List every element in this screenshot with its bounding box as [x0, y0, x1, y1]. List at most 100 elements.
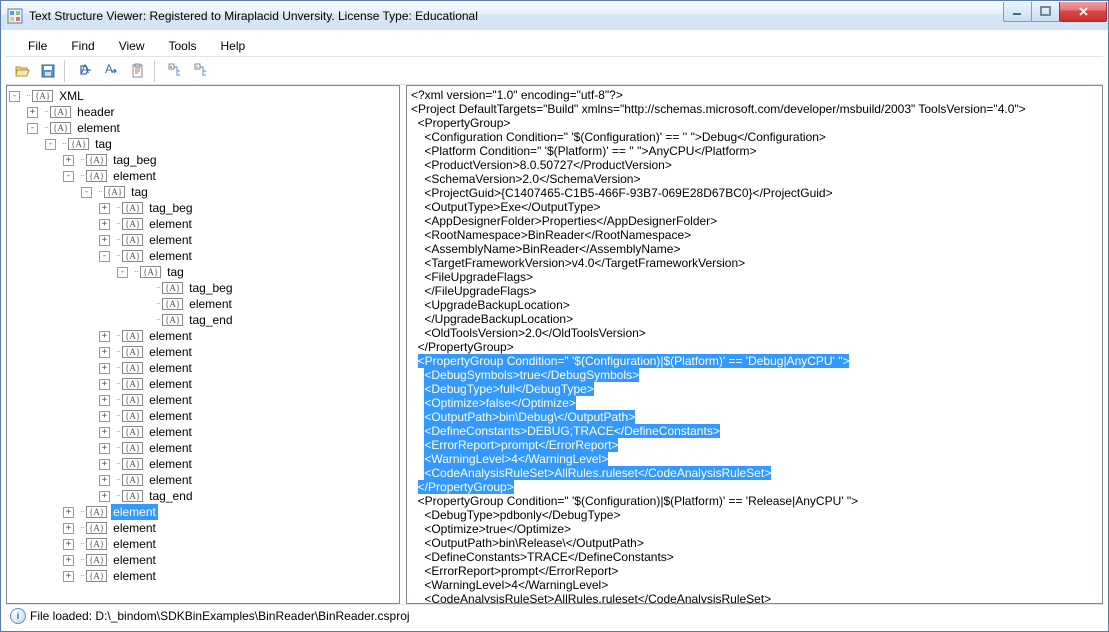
- expand-icon[interactable]: +: [99, 331, 110, 342]
- menu-view[interactable]: View: [109, 37, 155, 55]
- tree-expand-icon[interactable]: [164, 59, 188, 83]
- expand-icon[interactable]: +: [99, 219, 110, 230]
- xml-line[interactable]: </FileUpgradeFlags>: [411, 284, 1098, 298]
- node-label[interactable]: element: [187, 296, 234, 312]
- tree-pane[interactable]: -··{A}XML +··{A}header -··{A}element -··…: [6, 85, 400, 604]
- xml-line[interactable]: <ProjectGuid>{C1407465-C1B5-466F-93B7-06…: [411, 186, 1098, 200]
- text-pane[interactable]: <?xml version="1.0" encoding="utf-8"?> <P…: [406, 85, 1103, 604]
- xml-line[interactable]: <DebugType>full</DebugType>: [411, 382, 1098, 396]
- node-label[interactable]: element: [147, 424, 194, 440]
- xml-line[interactable]: <?xml version="1.0" encoding="utf-8"?>: [411, 88, 1098, 102]
- node-label[interactable]: element: [147, 232, 194, 248]
- tree-node[interactable]: ··{A}tag_end: [9, 312, 397, 328]
- tree-node[interactable]: -··{A}element: [9, 168, 397, 184]
- tree-node[interactable]: +··{A}element: [9, 568, 397, 584]
- collapse-icon[interactable]: -: [9, 91, 20, 102]
- expand-icon[interactable]: +: [99, 203, 110, 214]
- tree-node[interactable]: -··{A}tag: [9, 136, 397, 152]
- expand-icon[interactable]: +: [99, 475, 110, 486]
- node-label[interactable]: element: [111, 568, 158, 584]
- node-label[interactable]: XML: [57, 88, 86, 104]
- tree-node[interactable]: -··{A}element: [9, 120, 397, 136]
- expand-icon[interactable]: +: [99, 363, 110, 374]
- maximize-button[interactable]: [1031, 2, 1060, 22]
- tree-node[interactable]: +··{A}element: [9, 376, 397, 392]
- node-label[interactable]: tag_beg: [147, 200, 194, 216]
- node-label[interactable]: tag: [93, 136, 114, 152]
- tree-node[interactable]: +··{A}tag_beg: [9, 200, 397, 216]
- tree-node[interactable]: +··{A}element: [9, 392, 397, 408]
- node-label[interactable]: tag_beg: [111, 152, 158, 168]
- expand-icon[interactable]: +: [99, 427, 110, 438]
- xml-line[interactable]: <UpgradeBackupLocation>: [411, 298, 1098, 312]
- menu-help[interactable]: Help: [211, 37, 256, 55]
- collapse-icon[interactable]: -: [99, 251, 110, 262]
- node-label[interactable]: tag_end: [187, 312, 234, 328]
- xml-line[interactable]: <PropertyGroup Condition=" '$(Configurat…: [411, 494, 1098, 508]
- expand-icon[interactable]: +: [99, 443, 110, 454]
- menu-find[interactable]: Find: [61, 37, 104, 55]
- expand-icon[interactable]: +: [99, 347, 110, 358]
- node-label[interactable]: tag_end: [147, 488, 194, 504]
- collapse-icon[interactable]: -: [45, 139, 56, 150]
- tree-node[interactable]: +··{A}tag_beg: [9, 152, 397, 168]
- tree-node[interactable]: +··{A}element: [9, 328, 397, 344]
- xml-line[interactable]: <RootNamespace>BinReader</RootNamespace>: [411, 228, 1098, 242]
- node-label[interactable]: element: [147, 344, 194, 360]
- node-label[interactable]: element: [111, 520, 158, 536]
- node-label[interactable]: element: [147, 376, 194, 392]
- tree-node[interactable]: +··{A}header: [9, 104, 397, 120]
- clipboard-icon[interactable]: [126, 59, 150, 83]
- node-label[interactable]: element: [111, 552, 158, 568]
- xml-line[interactable]: <DefineConstants>DEBUG;TRACE</DefineCons…: [411, 424, 1098, 438]
- tree-node[interactable]: ··{A}tag_beg: [9, 280, 397, 296]
- node-label[interactable]: element: [147, 408, 194, 424]
- node-label[interactable]: header: [75, 104, 116, 120]
- xml-line[interactable]: <OutputType>Exe</OutputType>: [411, 200, 1098, 214]
- tree-node[interactable]: +··{A}element: [9, 424, 397, 440]
- xml-line[interactable]: <CodeAnalysisRuleSet>AllRules.ruleset</C…: [411, 466, 1098, 480]
- collapse-icon[interactable]: -: [27, 123, 38, 134]
- tree-node[interactable]: +··{A}element: [9, 536, 397, 552]
- minimize-button[interactable]: [1003, 2, 1032, 22]
- xml-line[interactable]: <ProductVersion>8.0.50727</ProductVersio…: [411, 158, 1098, 172]
- expand-icon[interactable]: +: [99, 235, 110, 246]
- tree-node[interactable]: +··{A}element: [9, 344, 397, 360]
- xml-line[interactable]: <CodeAnalysisRuleSet>AllRules.ruleset</C…: [411, 592, 1098, 604]
- xml-line[interactable]: <AssemblyName>BinReader</AssemblyName>: [411, 242, 1098, 256]
- node-label[interactable]: element: [147, 392, 194, 408]
- tree-node[interactable]: -··{A}tag: [9, 264, 397, 280]
- node-label[interactable]: element: [111, 168, 158, 184]
- tree-node[interactable]: +··{A}element: [9, 472, 397, 488]
- xml-source[interactable]: <?xml version="1.0" encoding="utf-8"?> <P…: [407, 86, 1102, 604]
- xml-line[interactable]: <ErrorReport>prompt</ErrorReport>: [411, 438, 1098, 452]
- xml-line[interactable]: <Optimize>true</Optimize>: [411, 522, 1098, 536]
- expand-icon[interactable]: +: [63, 555, 74, 566]
- tree-node[interactable]: -··{A}tag: [9, 184, 397, 200]
- expand-icon[interactable]: +: [63, 539, 74, 550]
- open-icon[interactable]: [10, 59, 34, 83]
- expand-icon[interactable]: +: [99, 379, 110, 390]
- node-label[interactable]: element: [75, 120, 122, 136]
- xml-line[interactable]: <WarningLevel>4</WarningLevel>: [411, 452, 1098, 466]
- node-label[interactable]: element: [147, 216, 194, 232]
- expand-icon[interactable]: +: [63, 523, 74, 534]
- tree-node[interactable]: +··{A}element: [9, 456, 397, 472]
- node-label[interactable]: element: [147, 440, 194, 456]
- node-label[interactable]: tag: [165, 264, 186, 280]
- tree-node[interactable]: ··{A}element: [9, 296, 397, 312]
- collapse-icon[interactable]: -: [81, 187, 92, 198]
- expand-icon[interactable]: +: [63, 507, 74, 518]
- menu-file[interactable]: File: [18, 37, 57, 55]
- xml-line[interactable]: <PropertyGroup Condition=" '$(Configurat…: [411, 354, 1098, 368]
- expand-icon[interactable]: +: [99, 395, 110, 406]
- xml-line[interactable]: <Configuration Condition=" '$(Configurat…: [411, 130, 1098, 144]
- expand-icon[interactable]: +: [63, 155, 74, 166]
- node-label[interactable]: element: [147, 456, 194, 472]
- close-button[interactable]: [1059, 2, 1107, 22]
- tree-node[interactable]: -··{A}XML: [9, 88, 397, 104]
- xml-line[interactable]: <WarningLevel>4</WarningLevel>: [411, 578, 1098, 592]
- structure-tree[interactable]: -··{A}XML +··{A}header -··{A}element -··…: [9, 88, 397, 584]
- menu-tools[interactable]: Tools: [158, 37, 206, 55]
- tree-node[interactable]: +··{A}element: [9, 216, 397, 232]
